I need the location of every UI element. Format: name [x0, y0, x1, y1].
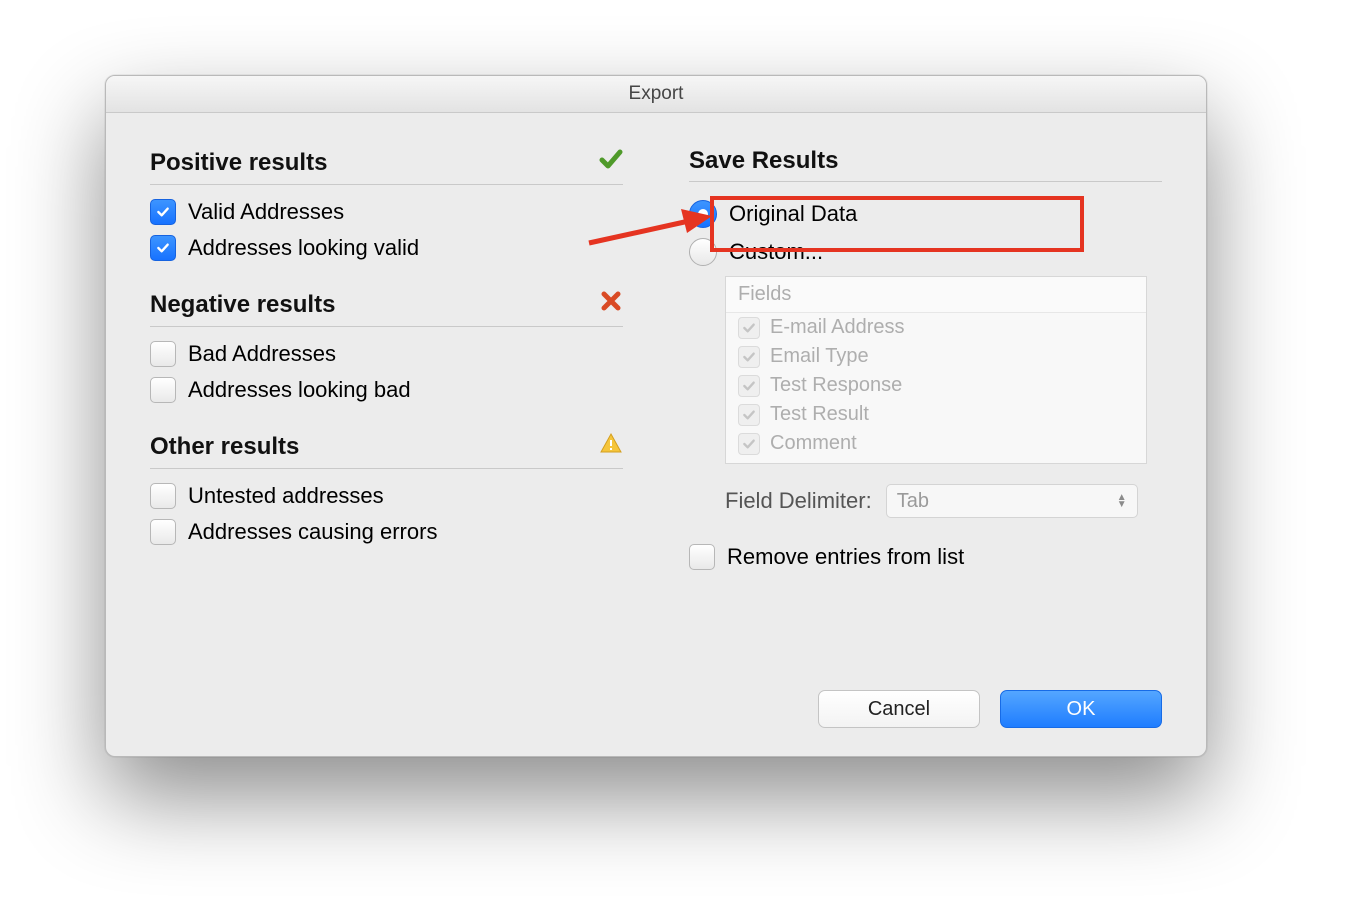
field-item: Comment — [726, 429, 1146, 463]
label-addresses-looking-valid: Addresses looking valid — [188, 235, 419, 261]
section-other-label: Other results — [150, 433, 299, 461]
section-negative-label: Negative results — [150, 291, 335, 319]
x-icon — [599, 289, 623, 320]
field-label: Test Response — [770, 374, 902, 397]
window-title: Export — [629, 83, 684, 105]
export-dialog: Export Positive results Valid Addresses — [105, 75, 1207, 757]
label-valid-addresses: Valid Addresses — [188, 199, 344, 225]
label-original-data: Original Data — [729, 201, 857, 227]
label-remove-entries: Remove entries from list — [727, 544, 964, 570]
field-label: Comment — [770, 432, 857, 455]
fields-header: Fields — [726, 277, 1146, 313]
label-custom: Custom... — [729, 239, 823, 265]
cancel-button-label: Cancel — [868, 698, 930, 721]
field-checkbox — [738, 346, 760, 368]
ok-button[interactable]: OK — [1000, 690, 1162, 728]
field-checkbox — [738, 433, 760, 455]
section-save-results: Save Results — [689, 147, 1162, 182]
field-item: Test Response — [726, 371, 1146, 400]
checkbox-addresses-causing-errors[interactable] — [150, 519, 176, 545]
section-save-results-label: Save Results — [689, 147, 838, 175]
section-other-results: Other results — [150, 431, 623, 469]
checkbox-remove-entries[interactable] — [689, 544, 715, 570]
fields-list: Fields E-mail Address Email Type — [725, 276, 1147, 464]
radio-custom[interactable] — [689, 238, 717, 266]
radio-original-data[interactable] — [689, 200, 717, 228]
field-label: E-mail Address — [770, 316, 905, 339]
save-results-column: Save Results Original Data Custom... Fie… — [689, 147, 1162, 580]
field-checkbox — [738, 404, 760, 426]
field-delimiter-value: Tab — [897, 490, 929, 513]
window-titlebar: Export — [106, 76, 1206, 113]
section-positive-results: Positive results — [150, 147, 623, 185]
results-filter-column: Positive results Valid Addresses Addres — [150, 147, 623, 580]
field-item: Test Result — [726, 400, 1146, 429]
label-bad-addresses: Bad Addresses — [188, 341, 336, 367]
field-delimiter-label: Field Delimiter: — [725, 488, 872, 514]
ok-button-label: OK — [1067, 698, 1096, 721]
cancel-button[interactable]: Cancel — [818, 690, 980, 728]
checkbox-untested-addresses[interactable] — [150, 483, 176, 509]
field-checkbox — [738, 375, 760, 397]
checkbox-valid-addresses[interactable] — [150, 199, 176, 225]
field-label: Email Type — [770, 345, 869, 368]
checkbox-addresses-looking-bad[interactable] — [150, 377, 176, 403]
label-addresses-looking-bad: Addresses looking bad — [188, 377, 411, 403]
label-untested-addresses: Untested addresses — [188, 483, 384, 509]
stepper-icon: ▲▼ — [1117, 494, 1127, 508]
checkbox-addresses-looking-valid[interactable] — [150, 235, 176, 261]
checkbox-bad-addresses[interactable] — [150, 341, 176, 367]
checkmark-icon — [599, 147, 623, 178]
field-delimiter-select[interactable]: Tab ▲▼ — [886, 484, 1138, 518]
warning-icon — [599, 431, 623, 462]
field-label: Test Result — [770, 403, 869, 426]
label-addresses-causing-errors: Addresses causing errors — [188, 519, 437, 545]
field-item: E-mail Address — [726, 313, 1146, 342]
section-negative-results: Negative results — [150, 289, 623, 327]
field-item: Email Type — [726, 342, 1146, 371]
field-checkbox — [738, 317, 760, 339]
section-positive-label: Positive results — [150, 149, 327, 177]
